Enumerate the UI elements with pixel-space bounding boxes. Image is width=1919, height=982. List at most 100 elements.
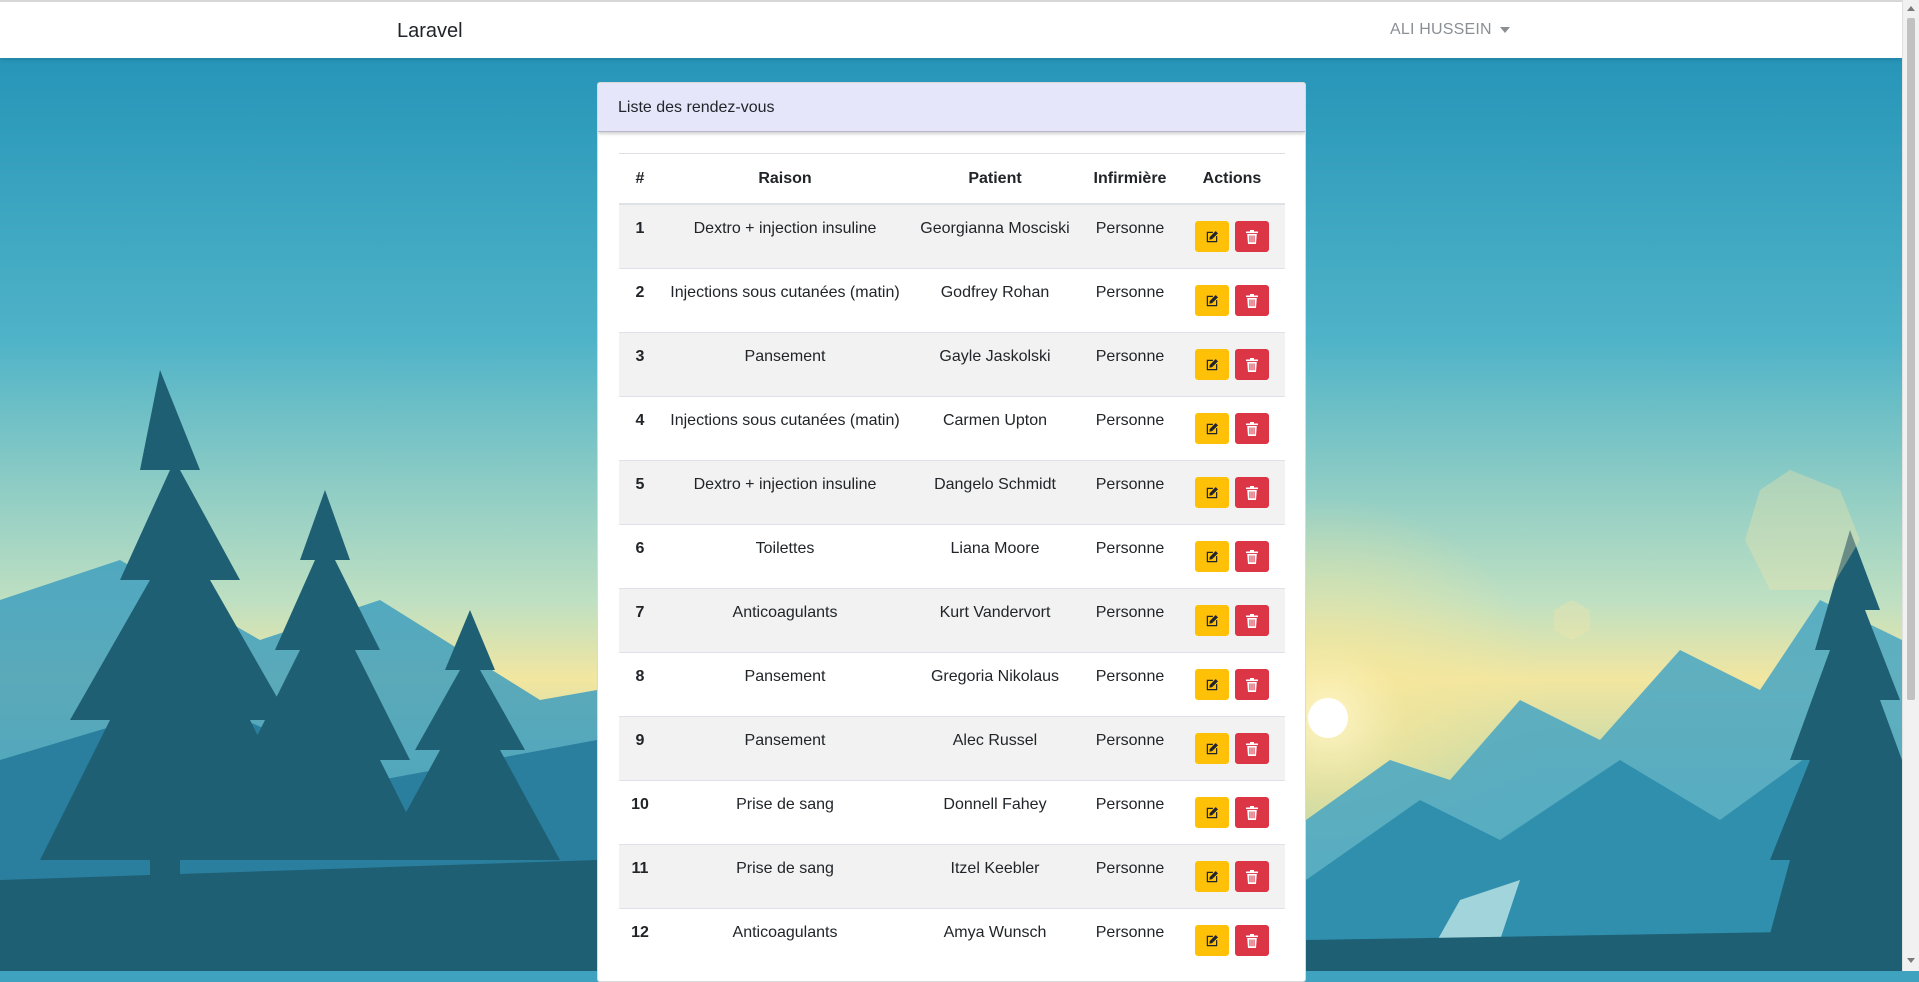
edit-button[interactable]: [1195, 605, 1229, 636]
row-patient: Georgianna Mosciski: [920, 219, 1070, 237]
row-raison: Anticoagulants: [732, 923, 838, 941]
user-menu-toggle[interactable]: ALI HUSSEIN: [1390, 21, 1510, 39]
edit-button[interactable]: [1195, 733, 1229, 764]
row-raison: Toilettes: [755, 539, 815, 557]
table-row: 4 Injections sous cutanées (matin) Carmen …: [619, 396, 1285, 461]
brand-link[interactable]: Laravel: [397, 20, 463, 43]
delete-button[interactable]: [1235, 285, 1269, 316]
row-infirmiere: Personne: [1095, 667, 1165, 685]
delete-button[interactable]: [1235, 541, 1269, 572]
row-number: 7: [635, 603, 645, 621]
delete-button[interactable]: [1235, 477, 1269, 508]
cell-num: 9: [619, 716, 661, 781]
cell-infirmiere: Personne: [1081, 203, 1179, 269]
edit-button[interactable]: [1195, 285, 1229, 316]
edit-icon: [1205, 550, 1219, 564]
table-row: 11 Prise de sang Itzel Keebler Personne: [619, 844, 1285, 909]
delete-button[interactable]: [1235, 221, 1269, 252]
row-patient: Godfrey Rohan: [940, 283, 1050, 301]
cell-num: 11: [619, 844, 661, 909]
cell-actions: [1179, 844, 1285, 909]
cell-actions: [1179, 716, 1285, 781]
trash-icon: [1246, 421, 1258, 436]
table-row: 10 Prise de sang Donnell Fahey Personne: [619, 780, 1285, 845]
row-patient: Dangelo Schmidt: [934, 475, 1056, 493]
scroll-thumb[interactable]: [1907, 18, 1915, 700]
edit-icon: [1205, 806, 1219, 820]
cell-actions: [1179, 268, 1285, 333]
cell-num: 6: [619, 524, 661, 589]
row-raison: Pansement: [744, 667, 826, 685]
header-raison: Raison: [661, 153, 909, 205]
edit-button[interactable]: [1195, 861, 1229, 892]
cell-raison: Dextro + injection insuline: [661, 460, 909, 525]
cell-actions: [1179, 524, 1285, 589]
cell-patient: Carmen Upton: [909, 396, 1081, 461]
delete-button[interactable]: [1235, 349, 1269, 380]
edit-button[interactable]: [1195, 541, 1229, 572]
edit-icon: [1205, 742, 1219, 756]
row-number: 11: [631, 859, 649, 877]
trash-icon: [1246, 869, 1258, 884]
row-infirmiere: Personne: [1095, 731, 1165, 749]
row-infirmiere: Personne: [1095, 923, 1165, 941]
edit-button[interactable]: [1195, 477, 1229, 508]
edit-button[interactable]: [1195, 349, 1229, 380]
card-header: Liste des rendez-vous: [598, 83, 1305, 132]
edit-button[interactable]: [1195, 221, 1229, 252]
cell-num: 10: [619, 780, 661, 845]
row-number: 10: [631, 795, 649, 813]
cell-infirmiere: Personne: [1081, 332, 1179, 397]
table-row: 9 Pansement Alec Russel Personne: [619, 716, 1285, 781]
row-infirmiere: Personne: [1095, 347, 1165, 365]
row-patient: Alec Russel: [952, 731, 1038, 749]
row-infirmiere: Personne: [1095, 283, 1165, 301]
header-num: #: [619, 153, 661, 205]
cell-patient: Godfrey Rohan: [909, 268, 1081, 333]
scroll-up-icon[interactable]: [1907, 6, 1915, 11]
edit-button[interactable]: [1195, 925, 1229, 956]
row-number: 6: [635, 539, 645, 557]
row-raison: Dextro + injection insuline: [693, 475, 877, 493]
cell-num: 2: [619, 268, 661, 333]
cell-patient: Dangelo Schmidt: [909, 460, 1081, 525]
header-infirmiere: Infirmière: [1081, 153, 1179, 205]
delete-button[interactable]: [1235, 669, 1269, 700]
cell-actions: [1179, 908, 1285, 972]
delete-button[interactable]: [1235, 861, 1269, 892]
trash-icon: [1246, 741, 1258, 756]
trash-icon: [1246, 229, 1258, 244]
cell-num: 12: [619, 908, 661, 972]
edit-icon: [1205, 678, 1219, 692]
row-patient: Donnell Fahey: [943, 795, 1047, 813]
delete-button[interactable]: [1235, 413, 1269, 444]
row-patient: Liana Moore: [950, 539, 1040, 557]
edit-button[interactable]: [1195, 797, 1229, 828]
cell-infirmiere: Personne: [1081, 844, 1179, 909]
row-number: 2: [635, 283, 645, 301]
trash-icon: [1246, 357, 1258, 372]
row-raison: Dextro + injection insuline: [693, 219, 877, 237]
delete-button[interactable]: [1235, 605, 1269, 636]
cell-raison: Injections sous cutanées (matin): [661, 268, 909, 333]
page-scrollbar[interactable]: [1902, 0, 1919, 971]
edit-button[interactable]: [1195, 669, 1229, 700]
row-raison: Prise de sang: [736, 859, 834, 877]
cell-num: 5: [619, 460, 661, 525]
table-row: 7 Anticoagulants Kurt Vandervort Personne: [619, 588, 1285, 653]
table-row: 12 Anticoagulants Amya Wunsch Personne: [619, 908, 1285, 972]
edit-icon: [1205, 934, 1219, 948]
scroll-down-icon[interactable]: [1907, 958, 1915, 963]
delete-button[interactable]: [1235, 733, 1269, 764]
cell-actions: [1179, 203, 1285, 269]
header-actions: Actions: [1179, 153, 1285, 205]
edit-button[interactable]: [1195, 413, 1229, 444]
cell-actions: [1179, 780, 1285, 845]
cell-infirmiere: Personne: [1081, 460, 1179, 525]
delete-button[interactable]: [1235, 797, 1269, 828]
edit-icon: [1205, 422, 1219, 436]
delete-button[interactable]: [1235, 925, 1269, 956]
table-body: 1 Dextro + injection insuline Georgianna M…: [619, 203, 1285, 972]
cell-patient: Kurt Vandervort: [909, 588, 1081, 653]
edit-icon: [1205, 358, 1219, 372]
